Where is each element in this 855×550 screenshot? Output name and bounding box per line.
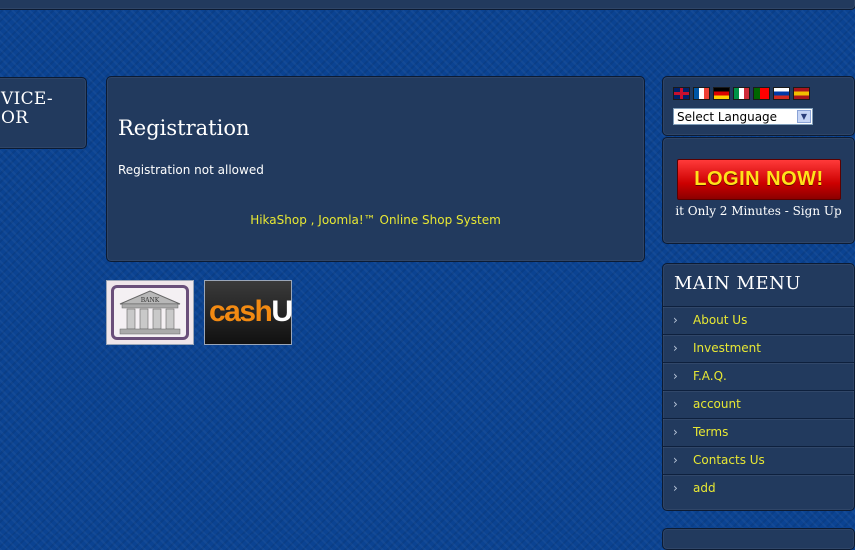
login-subtitle: it Only 2 Minutes - Sign Up bbox=[675, 204, 842, 218]
page-title: Registration bbox=[118, 116, 250, 140]
spain-flag-icon[interactable] bbox=[793, 87, 810, 100]
menu-item[interactable]: › Contacts Us bbox=[663, 446, 854, 474]
left-sidebar-box: VICE- OR bbox=[0, 77, 87, 149]
bank-label: BANK bbox=[141, 297, 160, 304]
menu-item-label[interactable]: F.A.Q. bbox=[693, 363, 727, 390]
language-select[interactable]: Select Language ▼ bbox=[673, 108, 813, 125]
menu-item-label[interactable]: About Us bbox=[693, 307, 747, 334]
registration-message: Registration not allowed bbox=[118, 163, 264, 177]
menu-item[interactable]: › Terms bbox=[663, 418, 854, 446]
chevron-down-icon[interactable]: ▼ bbox=[797, 110, 811, 123]
chevron-right-icon: › bbox=[673, 313, 678, 327]
menu-item[interactable]: › F.A.Q. bbox=[663, 362, 854, 390]
chevron-right-icon: › bbox=[673, 425, 678, 439]
menu-item-label[interactable]: account bbox=[693, 391, 741, 418]
italy-flag-icon[interactable] bbox=[733, 87, 750, 100]
menu-item-label[interactable]: add bbox=[693, 475, 716, 502]
language-panel: Select Language ▼ bbox=[662, 76, 855, 136]
menu-item-label[interactable]: Investment bbox=[693, 335, 761, 362]
cashu-logo: cashU bbox=[209, 295, 293, 328]
login-panel: LOGIN NOW! it Only 2 Minutes - Sign Up bbox=[662, 137, 855, 244]
menu-item-label[interactable]: Terms bbox=[693, 419, 728, 446]
menu-item[interactable]: › About Us bbox=[663, 306, 854, 334]
chevron-right-icon: › bbox=[673, 369, 678, 383]
main-menu-panel: MAIN MENU › About Us › Investment › F.A.Q. › ac… bbox=[662, 263, 855, 511]
russia-flag-icon[interactable] bbox=[773, 87, 790, 100]
france-flag-icon[interactable] bbox=[693, 87, 710, 100]
portugal-flag-icon[interactable] bbox=[753, 87, 770, 100]
login-now-button[interactable]: LOGIN NOW! bbox=[677, 159, 841, 200]
uk-flag-icon[interactable] bbox=[673, 87, 690, 100]
menu-item[interactable]: › add bbox=[663, 474, 854, 502]
chevron-right-icon: › bbox=[673, 453, 678, 467]
menu-item[interactable]: › account bbox=[663, 390, 854, 418]
bottom-panel-stub bbox=[662, 528, 855, 550]
germany-flag-icon[interactable] bbox=[713, 87, 730, 100]
bank-payment-logo[interactable]: BANK bbox=[106, 280, 194, 345]
menu-item[interactable]: › Investment bbox=[663, 334, 854, 362]
registration-panel: Registration Registration not allowed Hi… bbox=[106, 76, 645, 262]
hikashop-footer-link[interactable]: HikaShop , Joomla!™ Online Shop System bbox=[107, 213, 644, 227]
left-sidebar-text: VICE- OR bbox=[1, 89, 53, 128]
chevron-right-icon: › bbox=[673, 481, 678, 495]
language-flags bbox=[673, 87, 810, 100]
main-menu-title: MAIN MENU bbox=[674, 273, 802, 294]
chevron-right-icon: › bbox=[673, 397, 678, 411]
top-bar bbox=[0, 0, 855, 10]
menu-item-label[interactable]: Contacts Us bbox=[693, 447, 765, 474]
main-menu-list: › About Us › Investment › F.A.Q. › account › Term… bbox=[663, 306, 854, 502]
bank-building-icon: BANK bbox=[119, 290, 181, 335]
cashu-payment-logo[interactable]: cashU bbox=[204, 280, 293, 345]
chevron-right-icon: › bbox=[673, 341, 678, 355]
